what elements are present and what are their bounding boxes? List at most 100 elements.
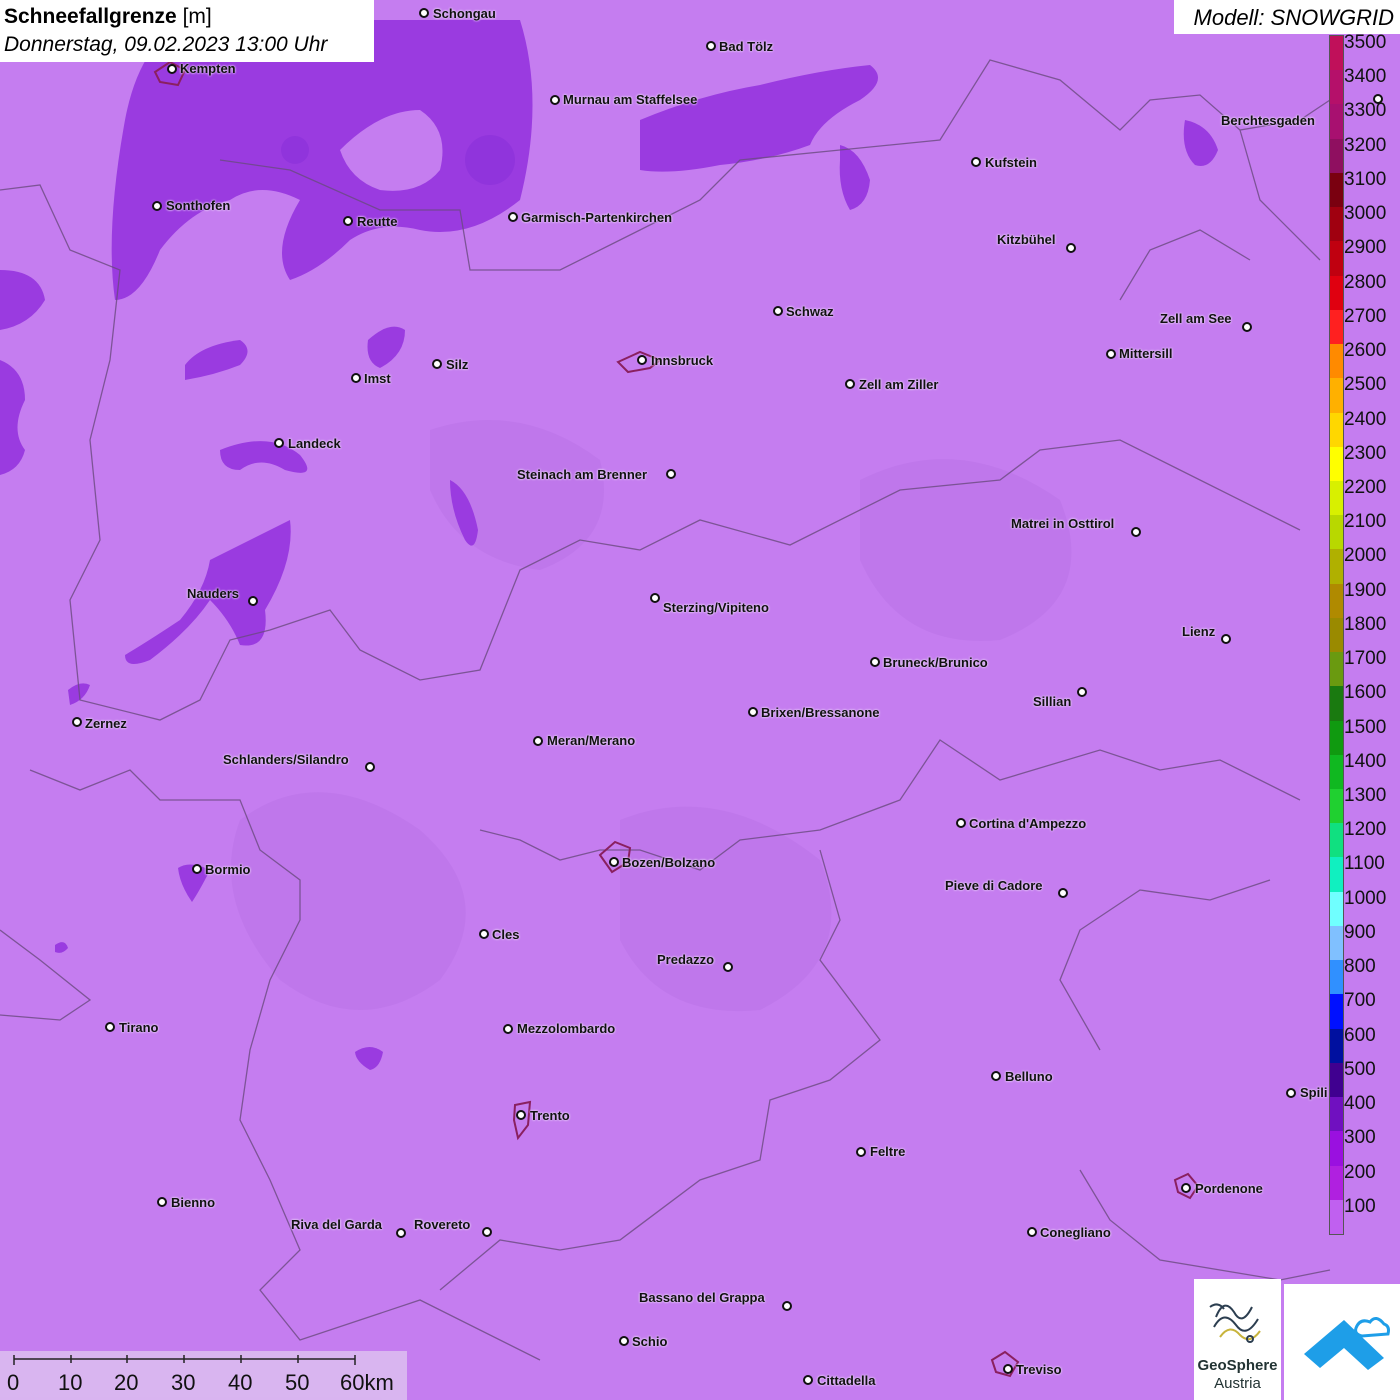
city-marker[interactable] bbox=[550, 95, 560, 105]
city-marker[interactable] bbox=[870, 657, 880, 667]
city-marker[interactable] bbox=[482, 1227, 492, 1237]
city-marker[interactable] bbox=[991, 1071, 1001, 1081]
city-label: Sonthofen bbox=[166, 198, 231, 213]
city-marker[interactable] bbox=[419, 8, 429, 18]
city-label: Innsbruck bbox=[651, 353, 714, 368]
city-marker[interactable] bbox=[533, 736, 543, 746]
city-marker[interactable] bbox=[432, 359, 442, 369]
city-marker[interactable] bbox=[773, 306, 783, 316]
city-label: Steinach am Brenner bbox=[517, 467, 648, 482]
city-label: Sillian bbox=[1033, 694, 1072, 709]
legend-label: 500 bbox=[1344, 1058, 1376, 1080]
geosphere-name: GeoSphere bbox=[1197, 1357, 1278, 1374]
city-marker[interactable] bbox=[508, 212, 518, 222]
legend-swatch bbox=[1330, 1131, 1343, 1167]
city-marker[interactable] bbox=[1221, 634, 1231, 644]
city-label: Tirano bbox=[119, 1020, 159, 1035]
city-marker[interactable] bbox=[157, 1197, 167, 1207]
legend-swatch bbox=[1330, 138, 1343, 174]
city-marker[interactable] bbox=[1058, 888, 1068, 898]
geosphere-logo[interactable]: GeoSphere Austria bbox=[1194, 1279, 1281, 1400]
legend-swatch bbox=[1330, 789, 1343, 824]
city-marker[interactable] bbox=[503, 1024, 513, 1034]
city-marker[interactable] bbox=[152, 201, 162, 211]
city-marker[interactable] bbox=[1027, 1227, 1037, 1237]
city-marker[interactable] bbox=[856, 1147, 866, 1157]
city-label: Schlanders/Silandro bbox=[223, 752, 349, 767]
city-marker[interactable] bbox=[666, 469, 676, 479]
city-marker[interactable] bbox=[365, 762, 375, 772]
legend-swatch bbox=[1330, 1097, 1343, 1132]
map-title: Schneefallgrenze [m] bbox=[4, 5, 212, 29]
legend-label: 3100 bbox=[1344, 168, 1387, 190]
city-label: Kufstein bbox=[985, 155, 1037, 170]
legend-swatch bbox=[1330, 720, 1343, 756]
legend-label: 1900 bbox=[1344, 579, 1387, 601]
app-logo[interactable] bbox=[1284, 1284, 1400, 1400]
city-marker[interactable] bbox=[479, 929, 489, 939]
snowfall-limit-map[interactable]: Schongau Bad Tölz Kempten Murnau am Staf… bbox=[0, 0, 1400, 1400]
city-label: Kempten bbox=[180, 61, 236, 76]
city-label: Treviso bbox=[1016, 1362, 1062, 1377]
legend-label: 3500 bbox=[1344, 32, 1387, 53]
legend-swatch bbox=[1330, 686, 1343, 722]
city-label: Sterzing/Vipiteno bbox=[663, 600, 769, 615]
legend-swatch bbox=[1330, 309, 1343, 345]
city-marker[interactable] bbox=[650, 593, 660, 603]
legend-label: 1600 bbox=[1344, 682, 1387, 704]
city-marker[interactable] bbox=[637, 355, 647, 365]
legend-label: 1500 bbox=[1344, 716, 1387, 738]
city-marker[interactable] bbox=[105, 1022, 115, 1032]
legend-swatch bbox=[1330, 1165, 1343, 1201]
legend-swatch bbox=[1330, 378, 1343, 413]
legend-label: 2700 bbox=[1344, 305, 1387, 327]
city-marker[interactable] bbox=[956, 818, 966, 828]
city-marker[interactable] bbox=[845, 379, 855, 389]
legend-swatch bbox=[1330, 1062, 1343, 1098]
city-marker[interactable] bbox=[971, 157, 981, 167]
city-marker[interactable] bbox=[351, 373, 361, 383]
city-marker[interactable] bbox=[1003, 1364, 1013, 1374]
city-label: Murnau am Staffelsee bbox=[563, 92, 698, 107]
legend-label: 1000 bbox=[1344, 887, 1387, 909]
city-marker[interactable] bbox=[1181, 1183, 1191, 1193]
city-marker[interactable] bbox=[192, 864, 202, 874]
legend-swatch bbox=[1330, 275, 1343, 311]
city-marker[interactable] bbox=[1066, 243, 1076, 253]
model-name: Modell: SNOWGRID bbox=[1193, 5, 1394, 30]
city-marker[interactable] bbox=[343, 216, 353, 226]
city-marker[interactable] bbox=[1077, 687, 1087, 697]
legend-swatch bbox=[1330, 652, 1343, 687]
city-marker[interactable] bbox=[782, 1301, 792, 1311]
city-marker[interactable] bbox=[516, 1110, 526, 1120]
legend-label: 1800 bbox=[1344, 613, 1387, 635]
city-marker[interactable] bbox=[609, 857, 619, 867]
city-marker[interactable] bbox=[803, 1375, 813, 1385]
city-marker[interactable] bbox=[1131, 527, 1141, 537]
legend-swatch bbox=[1330, 480, 1343, 516]
city-marker[interactable] bbox=[619, 1336, 629, 1346]
legend-label: 3400 bbox=[1344, 66, 1387, 88]
city-marker[interactable] bbox=[167, 64, 177, 74]
city-marker[interactable] bbox=[723, 962, 733, 972]
legend-swatch bbox=[1330, 925, 1343, 961]
legend-label: 400 bbox=[1344, 1093, 1376, 1115]
legend-swatch bbox=[1330, 515, 1343, 550]
city-marker[interactable] bbox=[396, 1228, 406, 1238]
city-marker[interactable] bbox=[1286, 1088, 1296, 1098]
city-marker[interactable] bbox=[706, 41, 716, 51]
legend-swatch bbox=[1330, 70, 1343, 105]
legend-label: 1100 bbox=[1344, 853, 1385, 875]
city-marker[interactable] bbox=[274, 438, 284, 448]
city-label: Bormio bbox=[205, 862, 251, 877]
city-marker[interactable] bbox=[1242, 322, 1252, 332]
legend-swatch bbox=[1330, 172, 1343, 208]
map-title-box: Schneefallgrenze [m] Donnerstag, 09.02.2… bbox=[0, 0, 374, 62]
city-marker[interactable] bbox=[72, 717, 82, 727]
city-marker[interactable] bbox=[1106, 349, 1116, 359]
city-label: Schio bbox=[632, 1334, 668, 1349]
city-marker[interactable] bbox=[248, 596, 258, 606]
legend-label: 900 bbox=[1344, 921, 1376, 943]
city-label: Bozen/Bolzano bbox=[622, 855, 716, 870]
city-marker[interactable] bbox=[748, 707, 758, 717]
